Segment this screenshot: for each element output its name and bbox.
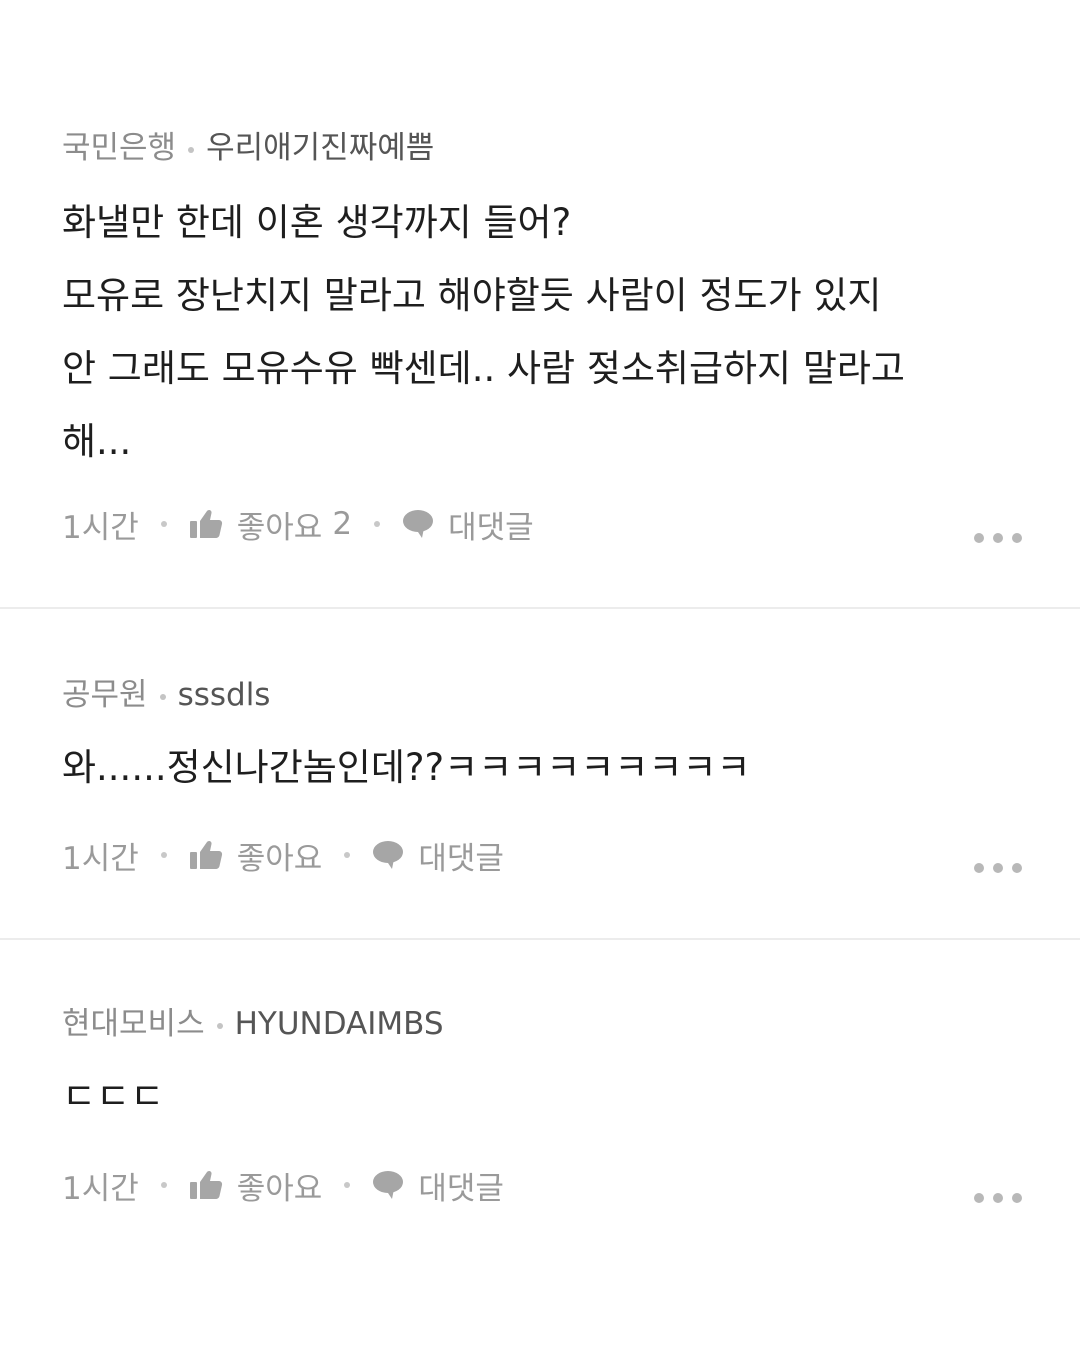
comment-meta: 현대모비스 HYUNDAIMBS <box>62 1004 444 1044</box>
reply-button[interactable]: 대댓글 <box>402 502 534 547</box>
nickname[interactable]: 우리애기진짜예쁨 <box>206 128 434 168</box>
separator-dot <box>160 521 167 527</box>
comment-actions: 1시간 좋아요 2 대댓글 <box>62 502 534 547</box>
separator-dot <box>188 147 195 153</box>
reply-button[interactable]: 대댓글 <box>372 1163 504 1208</box>
separator-dot <box>159 694 166 700</box>
comment-meta: 공무원 sssdls <box>62 675 270 715</box>
more-options-button[interactable] <box>974 532 1022 544</box>
more-dots-icon <box>974 1193 984 1203</box>
comment-text: ㄷㄷㄷ <box>62 1075 165 1118</box>
like-button[interactable]: 좋아요 2 <box>189 502 352 547</box>
speech-bubble-icon <box>373 1171 404 1199</box>
like-label: 좋아요 <box>236 509 323 546</box>
reply-label: 대댓글 <box>448 509 534 546</box>
like-count: 2 <box>332 506 353 542</box>
comment-meta: 국민은행 우리애기진짜예쁨 <box>62 128 434 168</box>
comment-time: 1시간 <box>62 509 139 546</box>
like-label: 좋아요 <box>236 1170 323 1207</box>
comment-item: 공무원 sssdls 와......정신나간놈인데??ㅋㅋㅋㅋㅋㅋㅋㅋㅋ 1시간… <box>0 609 1080 939</box>
nickname[interactable]: sssdls <box>178 675 271 715</box>
more-options-button[interactable] <box>974 862 1022 874</box>
comment-actions: 1시간 좋아요 대댓글 <box>62 1163 504 1208</box>
comment-text: 화낼만 한데 이혼 생각까지 들어? 모유로 장난치지 말라고 해야할듯 사람이… <box>62 201 905 463</box>
separator-dot <box>216 1023 223 1029</box>
company-name: 현대모비스 <box>62 1006 205 1042</box>
reply-button[interactable]: 대댓글 <box>372 833 504 878</box>
comment-time: 1시간 <box>62 1170 139 1207</box>
comment-time: 1시간 <box>62 840 139 877</box>
separator-dot <box>344 852 351 858</box>
like-button[interactable]: 좋아요 <box>189 1163 323 1208</box>
company-name: 국민은행 <box>62 130 177 166</box>
speech-bubble-icon <box>403 510 434 538</box>
speech-bubble-icon <box>373 841 404 869</box>
separator-dot <box>160 852 167 858</box>
thumbs-up-icon <box>189 1170 222 1199</box>
thumbs-up-icon <box>189 509 222 538</box>
more-options-button[interactable] <box>974 1192 1022 1204</box>
reply-label: 대댓글 <box>418 1170 504 1207</box>
reply-label: 대댓글 <box>418 840 504 877</box>
company-name: 공무원 <box>62 677 148 713</box>
comment-item: 현대모비스 HYUNDAIMBS ㄷㄷㄷ 1시간 좋아요 대댓글 <box>0 940 1080 1270</box>
separator-dot <box>160 1182 167 1188</box>
thumbs-up-icon <box>189 840 222 869</box>
separator-dot <box>374 521 381 527</box>
comment-actions: 1시간 좋아요 대댓글 <box>62 833 504 878</box>
separator-dot <box>344 1182 351 1188</box>
comment-text: 와......정신나간놈인데??ㅋㅋㅋㅋㅋㅋㅋㅋㅋ <box>62 746 751 789</box>
more-dots-icon <box>974 533 984 543</box>
like-button[interactable]: 좋아요 <box>189 833 323 878</box>
like-label: 좋아요 <box>236 840 323 877</box>
nickname[interactable]: HYUNDAIMBS <box>235 1004 444 1044</box>
more-dots-icon <box>974 863 984 873</box>
comment-item: 국민은행 우리애기진짜예쁨 화낼만 한데 이혼 생각까지 들어? 모유로 장난치… <box>0 0 1080 608</box>
